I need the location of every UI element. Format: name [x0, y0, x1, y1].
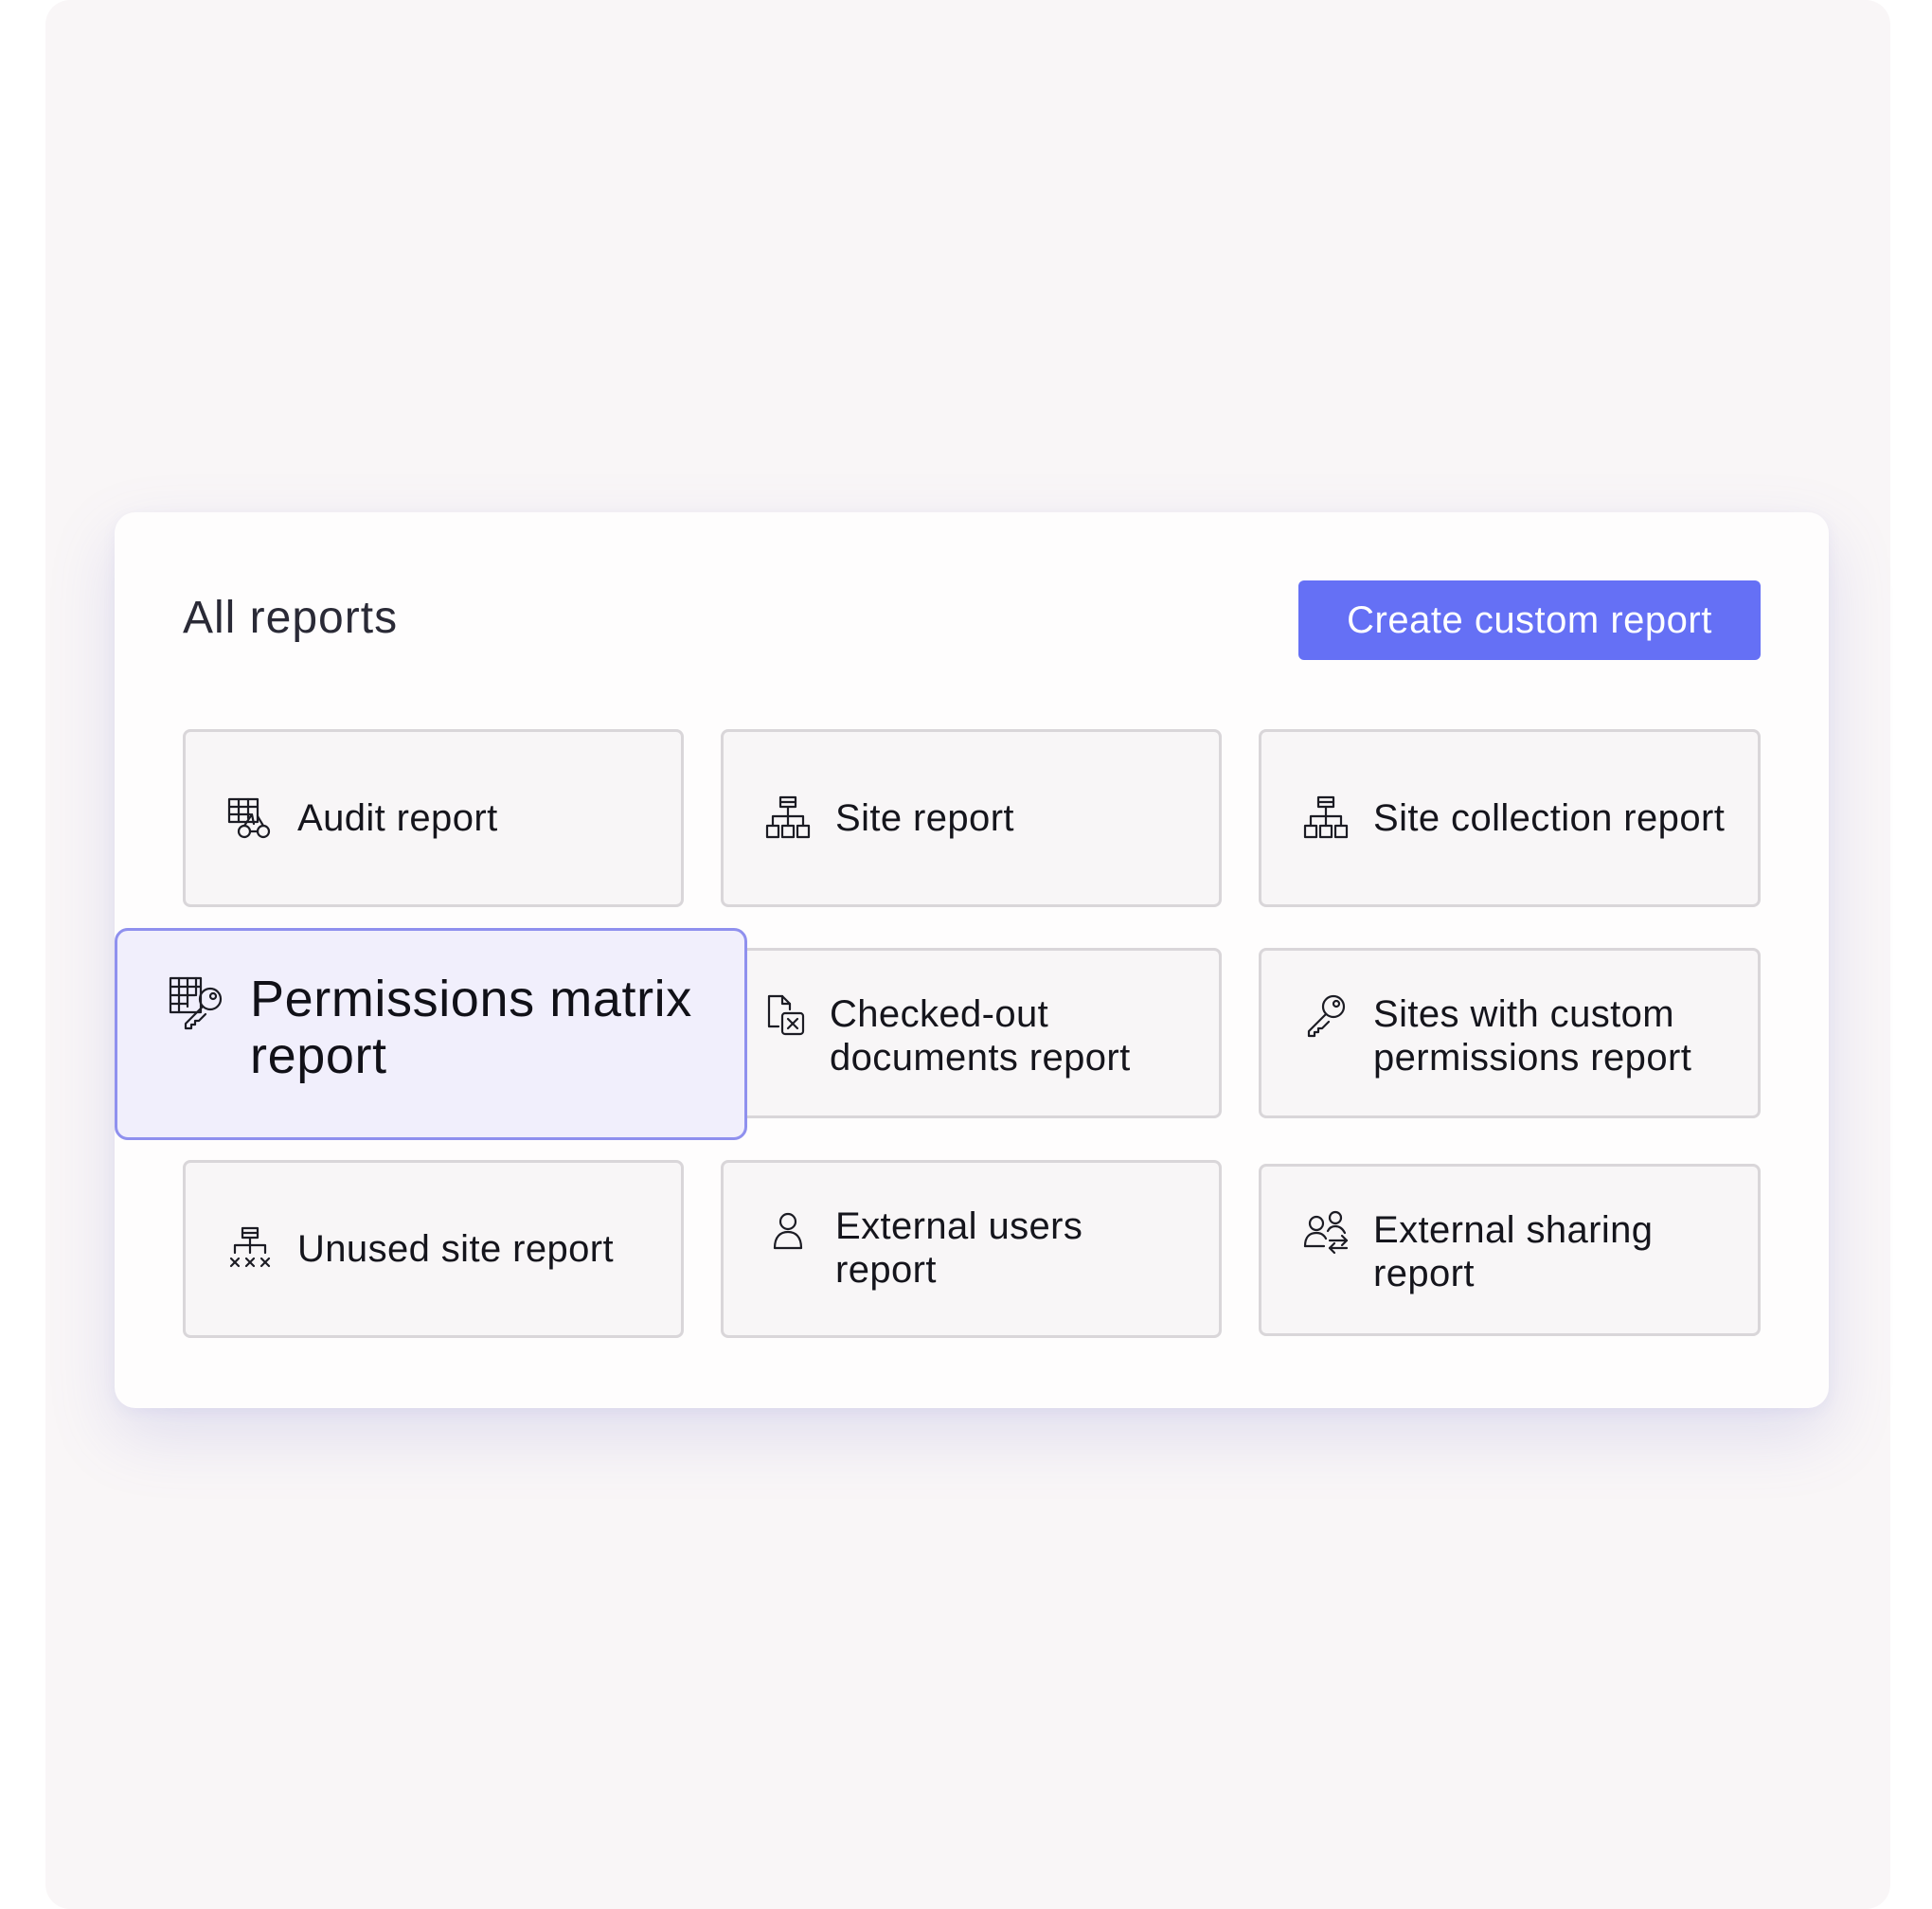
create-custom-report-button[interactable]: Create custom report	[1298, 580, 1761, 660]
report-tile-sites-custom-permissions[interactable]: Sites with custom permissions report	[1259, 948, 1761, 1118]
report-tile-audit[interactable]: Audit report	[183, 729, 684, 907]
report-tile-label: Permissions matrix report	[250, 971, 692, 1084]
grid-key-icon	[167, 974, 225, 1033]
users-share-icon	[1301, 1206, 1351, 1256]
document-x-icon	[761, 990, 811, 1040]
report-tile-label: Sites with custom permissions report	[1373, 993, 1692, 1079]
report-tile-label: External sharing report	[1373, 1209, 1654, 1294]
report-tile-label: External users report	[835, 1205, 1083, 1291]
report-tile-external-users[interactable]: External users report	[721, 1160, 1222, 1338]
report-tile-label: Site report	[835, 797, 1014, 839]
report-tile-label: Site collection report	[1373, 797, 1726, 839]
report-tile-unused-site[interactable]: Unused site report	[183, 1160, 684, 1338]
report-tile-label: Audit report	[297, 797, 498, 839]
report-tile-checked-out[interactable]: Checked-out documents report	[721, 948, 1222, 1118]
report-tile-label: Checked-out documents report	[830, 993, 1131, 1079]
report-tile-site-collection[interactable]: Site collection report	[1259, 729, 1761, 907]
report-tile-label: Unused site report	[297, 1228, 615, 1270]
report-tile-permissions-matrix[interactable]: Permissions matrix report	[115, 928, 747, 1140]
user-icon	[763, 1206, 813, 1256]
sitemap-icon	[1301, 794, 1351, 843]
page-title: All reports	[183, 593, 399, 643]
key-icon	[1301, 990, 1351, 1040]
audit-icon	[225, 794, 275, 843]
report-tile-site[interactable]: Site report	[721, 729, 1222, 907]
sitemap-x-icon	[225, 1224, 275, 1274]
sitemap-icon	[763, 794, 813, 843]
report-tile-external-sharing[interactable]: External sharing report	[1259, 1164, 1761, 1336]
